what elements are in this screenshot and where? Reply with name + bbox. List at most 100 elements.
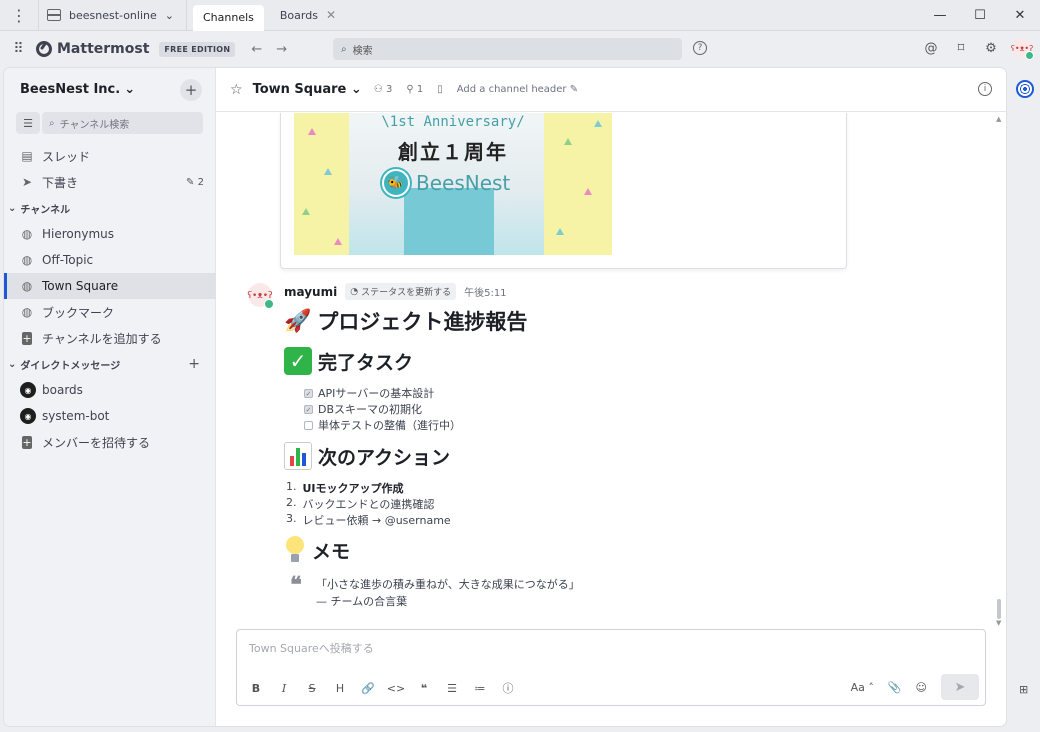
quote-icon: ❝ (290, 572, 302, 598)
dm-section-header[interactable]: ⌄ ダイレクトメッセージ + (4, 351, 216, 377)
app-marketplace-icon[interactable]: ⊞ (1019, 683, 1028, 696)
italic-icon[interactable]: I (277, 680, 291, 696)
help-icon[interactable]: ? (693, 41, 707, 55)
filter-icon[interactable]: ☰ (16, 112, 40, 134)
action-item: 2. バックエンドとの連携確認 (286, 496, 435, 511)
sidebar-item-drafts[interactable]: ➤ 下書き ✎ 2 (4, 169, 216, 195)
post-body: 🚀 プロジェクト進捗報告 ✓ 完了タスク ✓ APIサーバーの基本設計 ✓ DB… (284, 297, 964, 610)
channel-header-edit[interactable]: Add a channel header ✎ (457, 84, 578, 95)
checkbox-checked[interactable]: ✓ (304, 388, 313, 398)
avatar[interactable]: ʕ•ᴥ•ʔ (247, 283, 274, 309)
send-icon[interactable]: ➤ (941, 674, 979, 700)
heading-text: プロジェクト進捗報告 (317, 310, 528, 334)
globe-icon: ◍ (21, 279, 33, 293)
members-button[interactable]: ⚇ 3 (374, 84, 393, 95)
sidebar-item-hieronymus[interactable]: ◍ Hieronymus (4, 221, 216, 247)
add-button[interactable]: + (180, 79, 202, 101)
pencil-icon: ✎ (186, 176, 195, 188)
maximize-icon[interactable]: ☐ (960, 0, 1000, 31)
global-header: ⠿ Mattermost FREE EDITION ← → ⌕ 検索 ? @ ⌑… (0, 31, 1040, 67)
sidebar-item-threads[interactable]: ▤ スレッド (4, 143, 216, 169)
bookmark-icon[interactable]: ⌑ (952, 37, 970, 59)
link-icon[interactable]: 🔗 (361, 680, 375, 696)
bot-avatar-icon: ◉ (20, 408, 36, 424)
section-label: チャンネル (20, 204, 71, 216)
channels-section-header[interactable]: ⌄ チャンネル (4, 195, 216, 221)
chevron-down-icon: ⌄ (8, 358, 17, 370)
tab-channels[interactable]: Channels (192, 4, 264, 31)
channel-name-menu[interactable]: Town Square ⌄ (253, 82, 362, 97)
close-window-icon[interactable]: ✕ (1000, 0, 1040, 31)
settings-gear-icon[interactable]: ⚙ (982, 37, 1000, 59)
search-box[interactable]: ⌕ 検索 (333, 38, 682, 60)
back-arrow-icon[interactable]: ← (251, 42, 262, 57)
bulleted-list-icon[interactable]: ☰ (445, 680, 459, 696)
favorite-star-icon[interactable]: ☆ (230, 82, 243, 98)
mention-icon[interactable]: @ (922, 37, 940, 59)
message-input[interactable] (249, 640, 969, 660)
info-icon[interactable]: i (978, 82, 992, 96)
sidebar-item-label: メンバーを招待する (42, 435, 151, 450)
product-menu-icon[interactable]: ⠿ (0, 41, 36, 57)
scroll-up-icon[interactable]: ▲ (996, 115, 1001, 123)
tab-boards[interactable]: Boards ✕ (270, 3, 346, 27)
code-icon[interactable]: <> (387, 680, 405, 696)
plus-box-icon: + (22, 332, 32, 345)
sidebar-item-bookmarks[interactable]: ◍ ブックマーク (4, 299, 216, 325)
playbooks-target-icon[interactable] (1016, 80, 1034, 98)
task-item: ✓ APIサーバーの基本設計 (284, 385, 964, 401)
channel-header: ☆ Town Square ⌄ ⚇ 3 ⚲ 1 ▯ Add a channel … (216, 68, 1006, 112)
pinned-button[interactable]: ⚲ 1 (406, 84, 423, 95)
close-tab-icon[interactable]: ✕ (326, 8, 336, 22)
search-icon: ⌕ (49, 117, 55, 129)
sidebar-item-town-square[interactable]: ◍ Town Square (4, 273, 216, 299)
heading-report: 🚀 プロジェクト進捗報告 (284, 301, 964, 341)
heading-text: 次のアクション (318, 446, 451, 469)
channel-search[interactable]: ⌕ チャンネル検索 (42, 112, 203, 134)
image-attachment[interactable]: \1st Anniversary/ 創立１周年 🐝 BeesNest (280, 113, 847, 269)
scroll-down-icon[interactable]: ▼ (996, 619, 1001, 627)
files-icon[interactable]: ▯ (437, 84, 443, 95)
kebab-menu-icon[interactable]: ⋮ (0, 0, 38, 31)
sidebar-item-label: 下書き (42, 175, 79, 190)
scrollbar-thumb[interactable] (997, 599, 1001, 619)
priority-icon[interactable]: ⓘ (501, 680, 515, 696)
strikethrough-icon[interactable]: S (305, 680, 319, 696)
add-dm-icon[interactable]: + (188, 356, 200, 372)
numbered-list-icon[interactable]: ≔ (473, 680, 487, 696)
heading-next: 次のアクション (284, 436, 964, 476)
quote-format-icon[interactable]: ❝ (417, 680, 431, 696)
anniversary-banner-image: \1st Anniversary/ 創立１周年 🐝 BeesNest (294, 113, 612, 255)
checkbox-unchecked[interactable] (304, 420, 313, 430)
heading-icon[interactable]: H (333, 680, 347, 696)
checkbox-checked[interactable]: ✓ (304, 404, 313, 414)
minimize-icon[interactable]: — (920, 0, 960, 31)
attachment-icon[interactable]: 📎 (888, 681, 902, 694)
invite-members-button[interactable]: + メンバーを招待する (4, 429, 216, 455)
banner-title: 創立１周年 (398, 140, 508, 164)
add-channel-button[interactable]: + チャンネルを追加する (4, 325, 216, 351)
emoji-icon[interactable]: ☺ (916, 681, 927, 694)
user-avatar[interactable]: ʕ•ᴥ•ʔ (1011, 38, 1034, 60)
online-status-icon (264, 299, 274, 309)
server-dropdown[interactable]: beesnest-online ⌄ (38, 0, 187, 31)
mattermost-logo-icon (36, 41, 52, 57)
scrollbar[interactable]: ▲ ▼ (996, 113, 1002, 628)
formatting-toggle[interactable]: Aa ˄ (851, 681, 874, 694)
heading-text: メモ (312, 540, 351, 563)
sidebar-item-dm-system-bot[interactable]: ◉ system-bot (4, 403, 216, 429)
post-list: \1st Anniversary/ 創立１周年 🐝 BeesNest ʕ•ᴥ•ʔ… (216, 113, 1006, 628)
sidebar-item-label: チャンネルを追加する (42, 331, 162, 346)
sidebar-item-dm-boards[interactable]: ◉ boards (4, 377, 216, 403)
server-icon (47, 9, 61, 21)
bold-icon[interactable]: B (249, 680, 263, 696)
forward-arrow-icon[interactable]: → (276, 42, 287, 57)
member-count: 3 (385, 84, 393, 95)
task-item: 単体テストの整備（進行中） (284, 417, 964, 433)
sidebar-item-off-topic[interactable]: ◍ Off-Topic (4, 247, 216, 273)
heading-memo: メモ (284, 530, 964, 570)
bot-avatar-icon: ◉ (20, 382, 36, 398)
sidebar-item-label: boards (42, 383, 83, 397)
search-placeholder: 検索 (352, 45, 373, 57)
team-menu[interactable]: BeesNest Inc. ⌄ (20, 82, 135, 97)
